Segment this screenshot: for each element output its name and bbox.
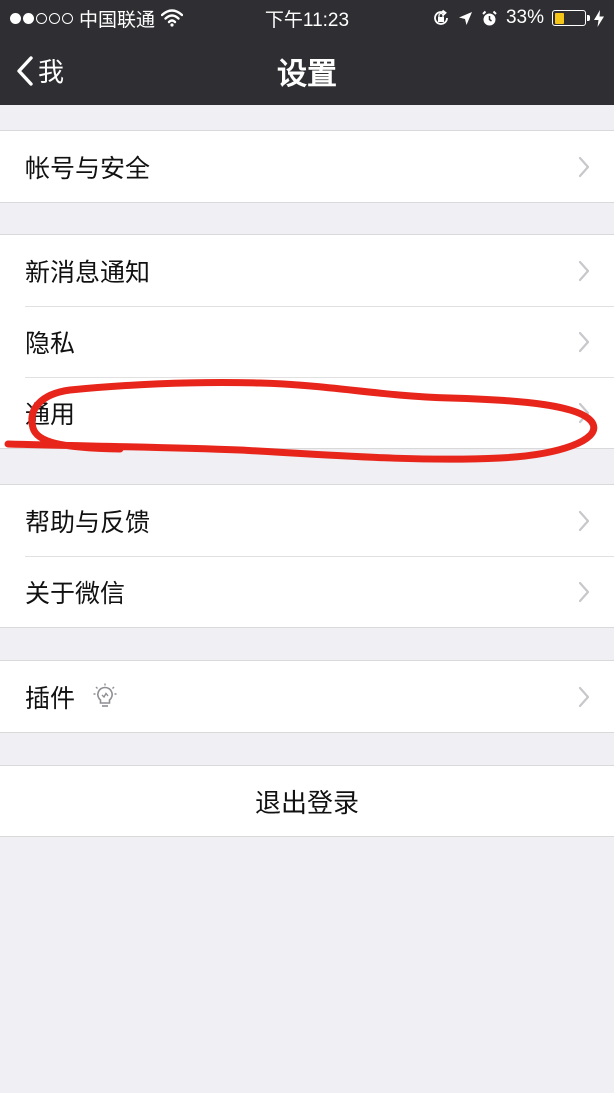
- carrier-name: 中国联通: [79, 9, 156, 31]
- chevron-right-icon: [578, 581, 590, 602]
- signal-dot: [62, 12, 73, 24]
- signal-dot: [36, 12, 47, 24]
- navigation-bar: 我 设置: [0, 36, 614, 105]
- settings-item-about[interactable]: 关于微信: [0, 556, 614, 627]
- signal-strength-icon: [10, 12, 73, 24]
- chevron-right-icon: [578, 686, 590, 707]
- status-right: 33%: [432, 0, 604, 36]
- settings-item-privacy[interactable]: 隐私: [0, 306, 614, 377]
- rotation-lock-icon: [434, 9, 448, 25]
- page-title: 设置: [277, 56, 337, 92]
- settings-item-label: 通用: [25, 399, 76, 429]
- location-arrow-icon: [458, 11, 472, 25]
- settings-group-plugins: 插件: [0, 660, 614, 733]
- signal-dot: [49, 12, 60, 24]
- chevron-left-icon: [17, 55, 33, 86]
- status-time: 下午11:23: [264, 9, 350, 31]
- settings-item-label: 帮助与反馈: [25, 507, 151, 537]
- battery-level: [554, 12, 565, 24]
- settings-item-account-security[interactable]: 帐号与安全: [0, 131, 614, 202]
- battery-percent: 33%: [505, 7, 544, 28]
- signal-dot: [10, 12, 21, 24]
- settings-item-label: 新消息通知: [25, 257, 151, 287]
- logout-button[interactable]: 退出登录: [0, 766, 614, 836]
- chevron-right-icon: [578, 331, 590, 352]
- settings-item-label: 插件: [25, 683, 76, 713]
- status-bar: 中国联通 下午11:23 33%: [0, 0, 614, 36]
- lightbulb-icon: [93, 683, 117, 711]
- signal-dot: [23, 12, 34, 24]
- battery-icon: [552, 10, 590, 26]
- chevron-right-icon: [578, 402, 590, 423]
- status-left: 中国联通: [10, 0, 184, 36]
- settings-item-label: 帐号与安全: [25, 153, 151, 183]
- settings-group-account: 帐号与安全: [0, 130, 614, 203]
- settings-item-label: 隐私: [25, 328, 76, 358]
- settings-item-notifications[interactable]: 新消息通知: [0, 235, 614, 306]
- settings-group-help: 帮助与反馈 关于微信: [0, 484, 614, 628]
- settings-item-general[interactable]: 通用: [0, 377, 614, 448]
- charging-bolt-icon: [594, 9, 604, 27]
- chevron-right-icon: [578, 510, 590, 531]
- alarm-icon: [482, 10, 497, 25]
- settings-item-help-feedback[interactable]: 帮助与反馈: [0, 485, 614, 556]
- back-button[interactable]: 我: [16, 36, 64, 105]
- settings-group-general: 新消息通知 隐私 通用: [0, 234, 614, 449]
- chevron-right-icon: [578, 156, 590, 177]
- settings-item-label: 关于微信: [25, 578, 126, 608]
- back-label: 我: [38, 58, 65, 88]
- chevron-right-icon: [578, 260, 590, 281]
- logout-group: 退出登录: [0, 765, 614, 837]
- settings-item-plugins[interactable]: 插件: [0, 661, 614, 732]
- wifi-icon: [161, 9, 184, 27]
